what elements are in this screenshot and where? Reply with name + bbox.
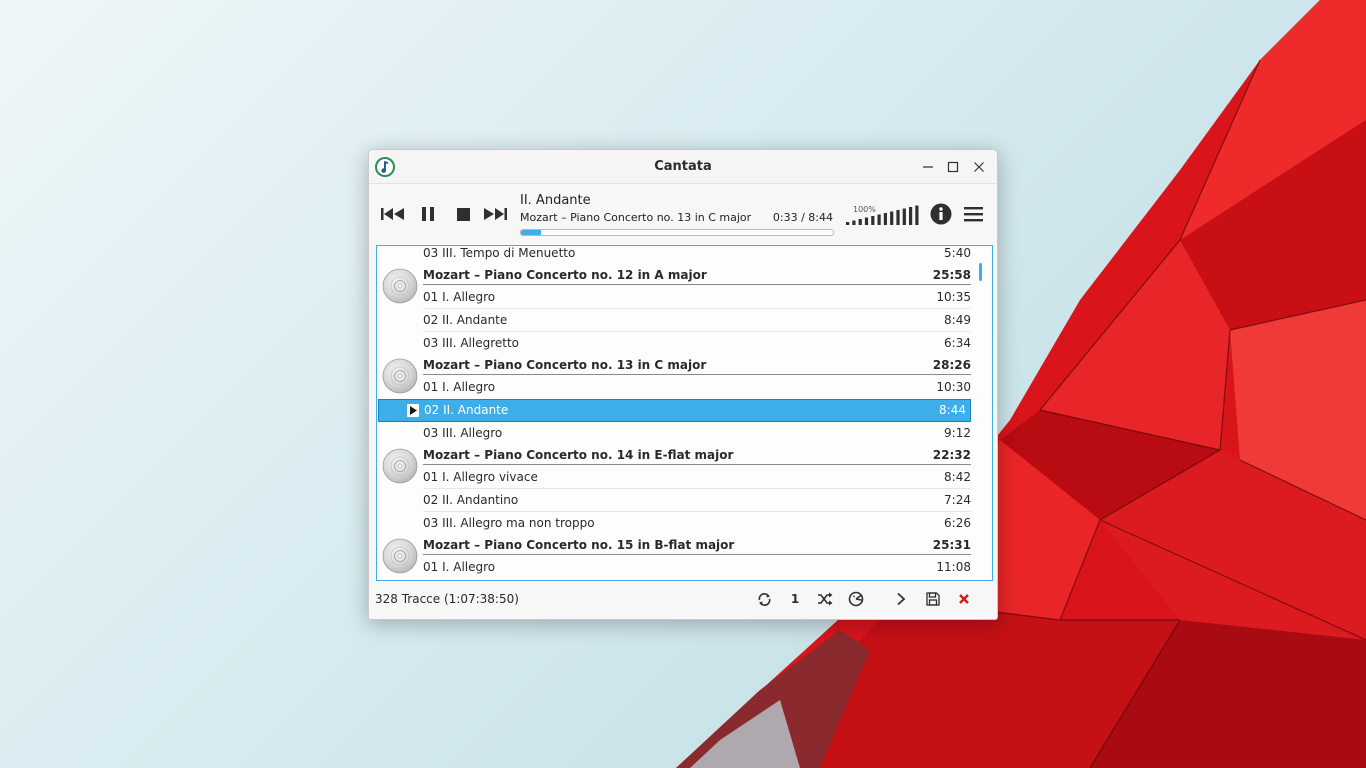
album-duration: 28:26 — [932, 358, 971, 372]
album-duration: 25:58 — [932, 268, 971, 282]
track-title: 03 III. Tempo di Menuetto — [423, 246, 576, 260]
album-duration: 25:31 — [932, 538, 971, 552]
volume-bar — [858, 219, 862, 225]
pause-icon[interactable] — [419, 205, 437, 223]
album-title: Mozart – Piano Concerto no. 12 in A majo… — [423, 268, 707, 282]
consume-icon[interactable] — [847, 590, 865, 608]
album-title: Mozart – Piano Concerto no. 15 in B-flat… — [423, 538, 735, 552]
track-title: 02 II. Andantino — [423, 493, 519, 507]
volume-bar — [883, 213, 887, 225]
cantata-window: Cantata II. Andante Mozart – Piano Conce… — [368, 149, 998, 620]
play-indicator-icon — [407, 404, 419, 417]
track-progress-slider[interactable] — [520, 229, 834, 236]
track-row[interactable]: 03 III. Allegro ma non troppo 6:26 — [377, 512, 977, 535]
title-bar[interactable]: Cantata — [369, 150, 997, 184]
track-row[interactable]: 01 I. Allegro 10:35 — [377, 286, 977, 309]
volume-bar — [909, 207, 913, 225]
track-row[interactable]: 03 III. Allegro 9:12 — [377, 422, 977, 445]
album-header-row[interactable]: Mozart – Piano Concerto no. 14 in E-flat… — [377, 445, 977, 466]
volume-bar — [852, 220, 856, 225]
playlist-view[interactable]: 03 III. Tempo di Menuetto 5:40 Mozart – Pi… — [376, 245, 993, 581]
track-title: 01 I. Allegro — [423, 380, 496, 394]
volume-bar — [864, 217, 869, 225]
track-title: 03 III. Allegro — [423, 426, 503, 440]
track-row[interactable]: 02 II. Andante 8:49 — [377, 309, 977, 332]
now-playing-title: II. Andante — [520, 193, 591, 208]
track-duration: 8:42 — [944, 470, 971, 484]
volume-bar — [877, 214, 881, 225]
save-icon[interactable] — [924, 590, 942, 608]
track-duration: 9:12 — [944, 426, 971, 440]
volume-bar — [902, 208, 906, 225]
hamburger-menu-icon[interactable] — [963, 205, 984, 223]
track-duration: 10:30 — [936, 380, 971, 394]
track-title: 03 III. Allegretto — [423, 336, 520, 350]
info-icon[interactable] — [930, 203, 952, 225]
track-duration: 10:35 — [936, 290, 971, 304]
volume-bar — [890, 211, 894, 225]
track-duration: 7:24 — [944, 493, 971, 507]
album-header-row[interactable]: Mozart – Piano Concerto no. 12 in A majo… — [377, 265, 977, 286]
volume-bar — [915, 205, 919, 225]
window-title: Cantata — [654, 159, 712, 174]
track-row[interactable]: 03 III. Allegretto 6:34 — [377, 332, 977, 355]
track-title: 01 I. Allegro vivace — [423, 470, 538, 484]
track-title: 03 III. Allegro ma non troppo — [423, 516, 595, 530]
clear-playlist-icon[interactable] — [955, 590, 973, 608]
now-playing-time: 0:33 / 8:44 — [772, 211, 833, 224]
album-header-row[interactable]: Mozart – Piano Concerto no. 13 in C majo… — [377, 355, 977, 376]
track-row[interactable]: 01 I. Allegro vivace 8:42 — [377, 466, 977, 489]
track-duration: 8:49 — [944, 313, 971, 327]
album-duration: 22:32 — [932, 448, 971, 462]
shuffle-icon[interactable] — [816, 590, 834, 608]
expand-icon[interactable] — [892, 590, 910, 608]
now-playing-subtitle: Mozart – Piano Concerto no. 13 in C majo… — [520, 211, 752, 224]
track-title: 02 II. Andante — [423, 313, 508, 327]
track-title: 01 I. Allegro — [423, 560, 496, 574]
album-title: Mozart – Piano Concerto no. 13 in C majo… — [423, 358, 707, 372]
volume-bar — [846, 222, 850, 225]
close-icon[interactable] — [969, 157, 989, 177]
volume-bar — [871, 216, 875, 225]
track-row[interactable]: 02 II. Andante 8:44 — [378, 399, 971, 422]
track-duration: 5:40 — [944, 246, 971, 260]
maximize-icon[interactable] — [943, 157, 963, 177]
track-duration: 6:34 — [944, 336, 971, 350]
track-row[interactable]: 03 III. Tempo di Menuetto 5:40 — [377, 246, 977, 265]
skip-previous-icon[interactable] — [380, 205, 406, 223]
track-duration: 11:08 — [936, 560, 971, 574]
repeat-icon[interactable] — [755, 590, 773, 608]
album-title: Mozart – Piano Concerto no. 14 in E-flat… — [423, 448, 734, 462]
track-row[interactable]: 01 I. Allegro 10:30 — [377, 376, 977, 399]
track-row[interactable]: 02 II. Andantino 7:24 — [377, 489, 977, 512]
volume-slider[interactable] — [846, 205, 922, 225]
track-title: 01 I. Allegro — [423, 290, 496, 304]
single-icon[interactable]: 1 — [786, 590, 804, 608]
track-row[interactable]: 01 I. Allegro 11:08 — [377, 556, 977, 579]
minimize-icon[interactable] — [918, 157, 938, 177]
track-title: 02 II. Andante — [424, 403, 509, 417]
track-duration: 6:26 — [944, 516, 971, 530]
track-progress-fill — [521, 230, 541, 235]
playlist-summary: 328 Tracce (1:07:38:50) — [375, 592, 519, 606]
volume-bar — [896, 210, 900, 225]
track-duration: 8:44 — [939, 403, 966, 417]
stop-icon[interactable] — [455, 206, 471, 222]
skip-next-icon[interactable] — [482, 205, 508, 223]
playlist-scrollbar[interactable] — [979, 263, 982, 281]
album-header-row[interactable]: Mozart – Piano Concerto no. 15 in B-flat… — [377, 535, 977, 556]
